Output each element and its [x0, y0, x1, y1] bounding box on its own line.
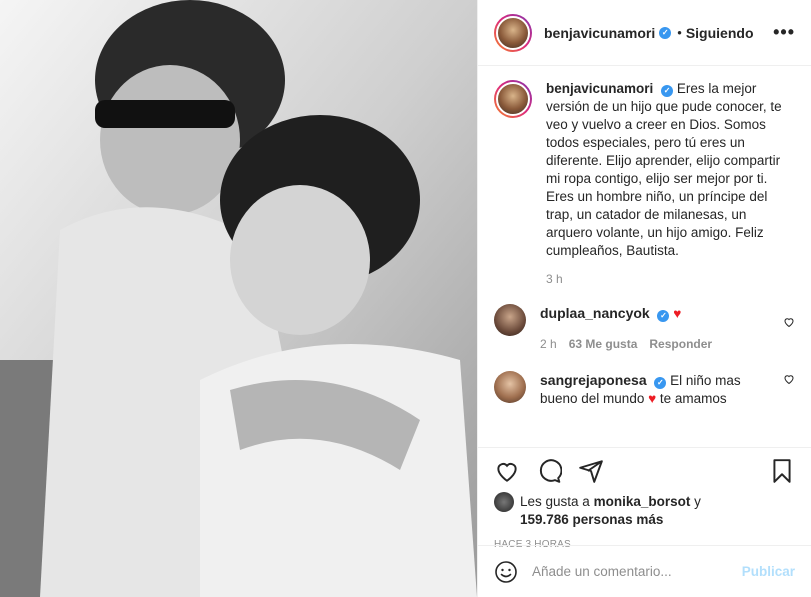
separator-dot: •: [677, 25, 682, 40]
add-comment-bar: Publicar: [478, 545, 811, 597]
likes-text: Les gusta a monika_borsot y 159.786 pers…: [520, 493, 701, 529]
comment-avatar[interactable]: [494, 371, 526, 403]
comment-avatar[interactable]: [494, 304, 526, 336]
caption: benjavicunamori ✓ Eres la mejor versión …: [494, 80, 795, 260]
author-avatar[interactable]: [494, 13, 532, 52]
verified-icon: ✓: [661, 85, 674, 97]
bookmark-icon[interactable]: [769, 458, 795, 484]
verified-icon: ✓: [657, 310, 670, 322]
header-info: benjavicunamori ✓ • Siguiendo: [544, 25, 754, 41]
comment-body: duplaa_nancyok ✓ ♥ 2 h 63 Me gusta Respo…: [540, 304, 770, 353]
caption-avatar[interactable]: [494, 80, 532, 118]
likes-summary: Les gusta a monika_borsot y 159.786 pers…: [478, 492, 811, 529]
author-username[interactable]: benjavicunamori: [544, 25, 655, 41]
following-button[interactable]: Siguiendo: [686, 25, 754, 41]
heart-emoji: ♥: [673, 306, 682, 321]
verified-icon: ✓: [654, 377, 667, 389]
likes-user[interactable]: monika_borsot: [594, 494, 691, 509]
comment-body: sangrejaponesa ✓ El niño mas bueno del m…: [540, 371, 770, 408]
caption-time[interactable]: 3 h: [546, 272, 795, 286]
like-small-icon[interactable]: [783, 373, 795, 385]
post-header: benjavicunamori ✓ • Siguiendo •••: [478, 0, 811, 66]
publish-button[interactable]: Publicar: [742, 564, 795, 579]
more-options-icon[interactable]: •••: [773, 22, 795, 43]
likes-prefix: Les gusta a: [520, 494, 590, 509]
like-small-icon[interactable]: [783, 316, 795, 328]
comment-likes[interactable]: 63 Me gusta: [569, 335, 638, 353]
comment-username[interactable]: duplaa_nancyok: [540, 305, 650, 321]
post-side-panel: benjavicunamori ✓ • Siguiendo ••• benjav…: [477, 0, 811, 597]
photo-illustration: [0, 0, 477, 597]
share-icon[interactable]: [578, 458, 604, 484]
comment-meta: 2 h 63 Me gusta Responder: [540, 335, 770, 353]
comments-section: benjavicunamori ✓ Eres la mejor versión …: [478, 66, 811, 447]
likes-count[interactable]: 159.786 personas más: [520, 512, 663, 527]
comment-item: sangrejaponesa ✓ El niño mas bueno del m…: [494, 371, 795, 408]
action-bar: [478, 447, 811, 493]
emoji-icon[interactable]: [494, 560, 518, 584]
likes-avatar[interactable]: [494, 492, 514, 512]
reply-button[interactable]: Responder: [649, 335, 712, 353]
comment-input[interactable]: [532, 564, 728, 579]
caption-text: benjavicunamori ✓ Eres la mejor versión …: [546, 80, 795, 260]
heart-emoji: ♥: [648, 391, 657, 406]
comment-item: duplaa_nancyok ✓ ♥ 2 h 63 Me gusta Respo…: [494, 304, 795, 353]
comment-time[interactable]: 2 h: [540, 335, 557, 353]
caption-body: Eres la mejor versión de un hijo que pud…: [546, 81, 782, 258]
comment-text-after: te amamos: [659, 391, 727, 406]
instagram-post: benjavicunamori ✓ • Siguiendo ••• benjav…: [0, 0, 811, 597]
likes-conjunction: y: [694, 494, 701, 509]
verified-icon: ✓: [659, 26, 672, 39]
heart-icon[interactable]: [494, 458, 520, 484]
comment-icon[interactable]: [536, 458, 562, 484]
caption-username[interactable]: benjavicunamori: [546, 81, 653, 96]
post-photo[interactable]: [0, 0, 477, 597]
comment-username[interactable]: sangrejaponesa: [540, 372, 647, 388]
